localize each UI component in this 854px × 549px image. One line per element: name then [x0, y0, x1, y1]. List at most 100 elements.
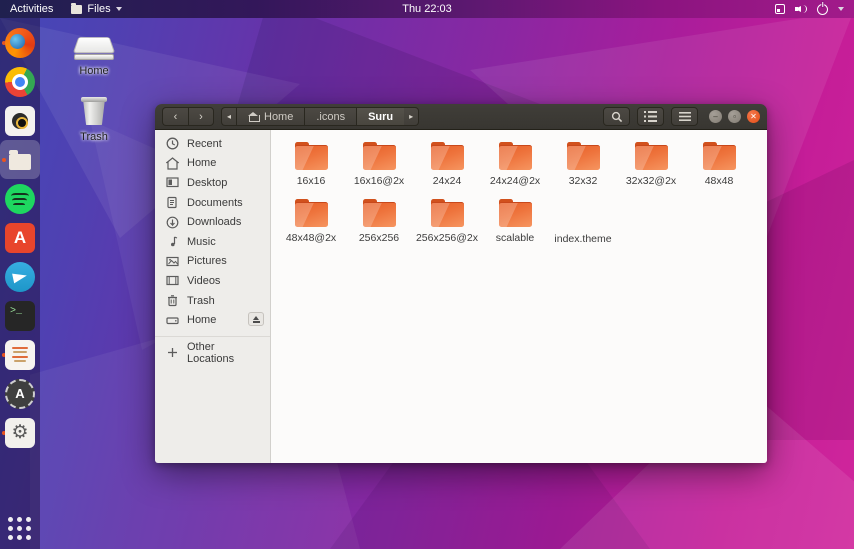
dock-item-a-app[interactable]: A: [0, 218, 40, 257]
dock-item-settings[interactable]: ⚙: [0, 413, 40, 452]
screen-status-icon: [775, 4, 785, 14]
sidebar-item-desktop[interactable]: Desktop: [155, 173, 270, 193]
folder-item[interactable]: 256x256@2x: [413, 197, 481, 254]
settings-icon: ⚙: [5, 418, 35, 448]
file-pane[interactable]: 16x16 16x16@2x 24x24 24x24@2x 32x32 32x3…: [271, 130, 767, 463]
hamburger-menu-icon: [679, 112, 691, 121]
sidebar-item-trash[interactable]: Trash: [155, 291, 270, 311]
folder-item[interactable]: 24x24@2x: [481, 140, 549, 197]
window-controls: – ▫ ✕: [709, 110, 760, 123]
chevron-down-icon: [838, 7, 844, 11]
dock-item-spotify[interactable]: [0, 179, 40, 218]
files-window: ‹ › ◂ Home .icons Suru ▸: [155, 104, 767, 463]
sidebar-item-home[interactable]: Home: [155, 154, 270, 174]
forward-button[interactable]: ›: [188, 107, 214, 126]
folder-icon: [361, 199, 398, 228]
folder-item[interactable]: 16x16: [277, 140, 345, 197]
trash-icon: [166, 294, 179, 307]
file-name: 256x256@2x: [416, 232, 478, 244]
sidebar-label: Desktop: [187, 177, 227, 189]
sidebar-item-documents[interactable]: Documents: [155, 193, 270, 213]
home-icon: [166, 157, 179, 170]
sidebar-label: Music: [187, 236, 216, 248]
search-icon: [611, 111, 623, 123]
folder-item[interactable]: 48x48: [685, 140, 753, 197]
sidebar-item-other-locations[interactable]: Other Locations: [155, 343, 270, 363]
chevron-down-icon: [116, 7, 122, 11]
camera-app-icon: [5, 106, 35, 136]
sidebar-label: Home: [187, 314, 216, 326]
clock[interactable]: Thu 22:03: [0, 3, 854, 15]
sidebar-label: Trash: [187, 295, 215, 307]
sidebar-label: Documents: [187, 197, 243, 209]
folder-item[interactable]: 256x256: [345, 197, 413, 254]
search-button[interactable]: [603, 107, 630, 126]
maximize-button[interactable]: ▫: [728, 110, 741, 123]
sidebar-item-pictures[interactable]: Pictures: [155, 252, 270, 272]
sidebar-item-videos[interactable]: Videos: [155, 271, 270, 291]
app-menu-label: Files: [87, 3, 110, 15]
sidebar-item-downloads[interactable]: Downloads: [155, 212, 270, 232]
folder-icon: [565, 142, 602, 171]
file-name: 16x16@2x: [354, 175, 404, 187]
sidebar-label: Recent: [187, 138, 222, 150]
file-name: 256x256: [359, 232, 399, 244]
file-grid: 16x16 16x16@2x 24x24 24x24@2x 32x32 32x3…: [277, 140, 761, 254]
system-status-area[interactable]: [775, 4, 854, 15]
telegram-icon: [5, 262, 35, 292]
breadcrumb-icons[interactable]: .icons: [304, 107, 356, 126]
desktop-icon: [166, 176, 179, 189]
view-toggle-button[interactable]: [637, 107, 664, 126]
dock-item-terminal[interactable]: >_: [0, 296, 40, 335]
file-name: 24x24@2x: [490, 175, 540, 187]
desktop-icon-home[interactable]: Home: [64, 32, 124, 77]
app-menu[interactable]: Files: [71, 3, 121, 15]
sidebar-item-music[interactable]: Music: [155, 232, 270, 252]
path-scroll-right-button[interactable]: ▸: [404, 107, 419, 126]
show-applications-button[interactable]: [8, 517, 32, 541]
file-item[interactable]: index.theme: [549, 197, 617, 254]
sidebar-item-home-drive[interactable]: Home: [155, 310, 270, 330]
menu-button[interactable]: [671, 107, 698, 126]
folder-item[interactable]: 24x24: [413, 140, 481, 197]
drive-icon: [166, 314, 179, 327]
folder-item[interactable]: 48x48@2x: [277, 197, 345, 254]
dock-item-firefox[interactable]: [0, 23, 40, 62]
list-view-icon: [644, 111, 657, 122]
places-sidebar: Recent Home Desktop Documents Downloads …: [155, 130, 271, 463]
folder-item[interactable]: 32x32: [549, 140, 617, 197]
software-updater-icon: A: [5, 379, 35, 409]
back-button[interactable]: ‹: [162, 107, 188, 126]
files-icon: [9, 154, 31, 170]
desktop-icon-trash[interactable]: Trash: [64, 94, 124, 143]
eject-button[interactable]: [248, 312, 264, 326]
dock-item-text-editor[interactable]: [0, 335, 40, 374]
dock-item-telegram[interactable]: [0, 257, 40, 296]
folder-item[interactable]: 32x32@2x: [617, 140, 685, 197]
breadcrumb-home[interactable]: Home: [236, 107, 304, 126]
close-button[interactable]: ✕: [747, 110, 760, 123]
desktop-icon-label: Home: [64, 65, 124, 77]
minimize-button[interactable]: –: [709, 110, 722, 123]
dock-item-chrome[interactable]: [0, 62, 40, 101]
videos-icon: [166, 274, 179, 287]
dock-item-files[interactable]: [0, 140, 40, 179]
folder-item[interactable]: scalable: [481, 197, 549, 254]
sidebar-item-recent[interactable]: Recent: [155, 134, 270, 154]
sidebar-label: Downloads: [187, 216, 241, 228]
power-icon: [817, 4, 828, 15]
folder-icon: [361, 142, 398, 171]
desktop-icon-label: Trash: [64, 131, 124, 143]
folder-item[interactable]: 16x16@2x: [345, 140, 413, 197]
dock-item-software-updater[interactable]: A: [0, 374, 40, 413]
file-name: 32x32: [569, 175, 598, 187]
firefox-icon: [5, 28, 35, 58]
breadcrumb-suru[interactable]: Suru: [356, 107, 404, 126]
file-name: 24x24: [433, 175, 462, 187]
activities-button[interactable]: Activities: [10, 3, 53, 15]
dock-item-camera-app[interactable]: [0, 101, 40, 140]
breadcrumb-label: Suru: [368, 111, 393, 123]
running-indicator: [2, 158, 6, 162]
documents-icon: [166, 196, 179, 209]
path-scroll-left-button[interactable]: ◂: [221, 107, 236, 126]
